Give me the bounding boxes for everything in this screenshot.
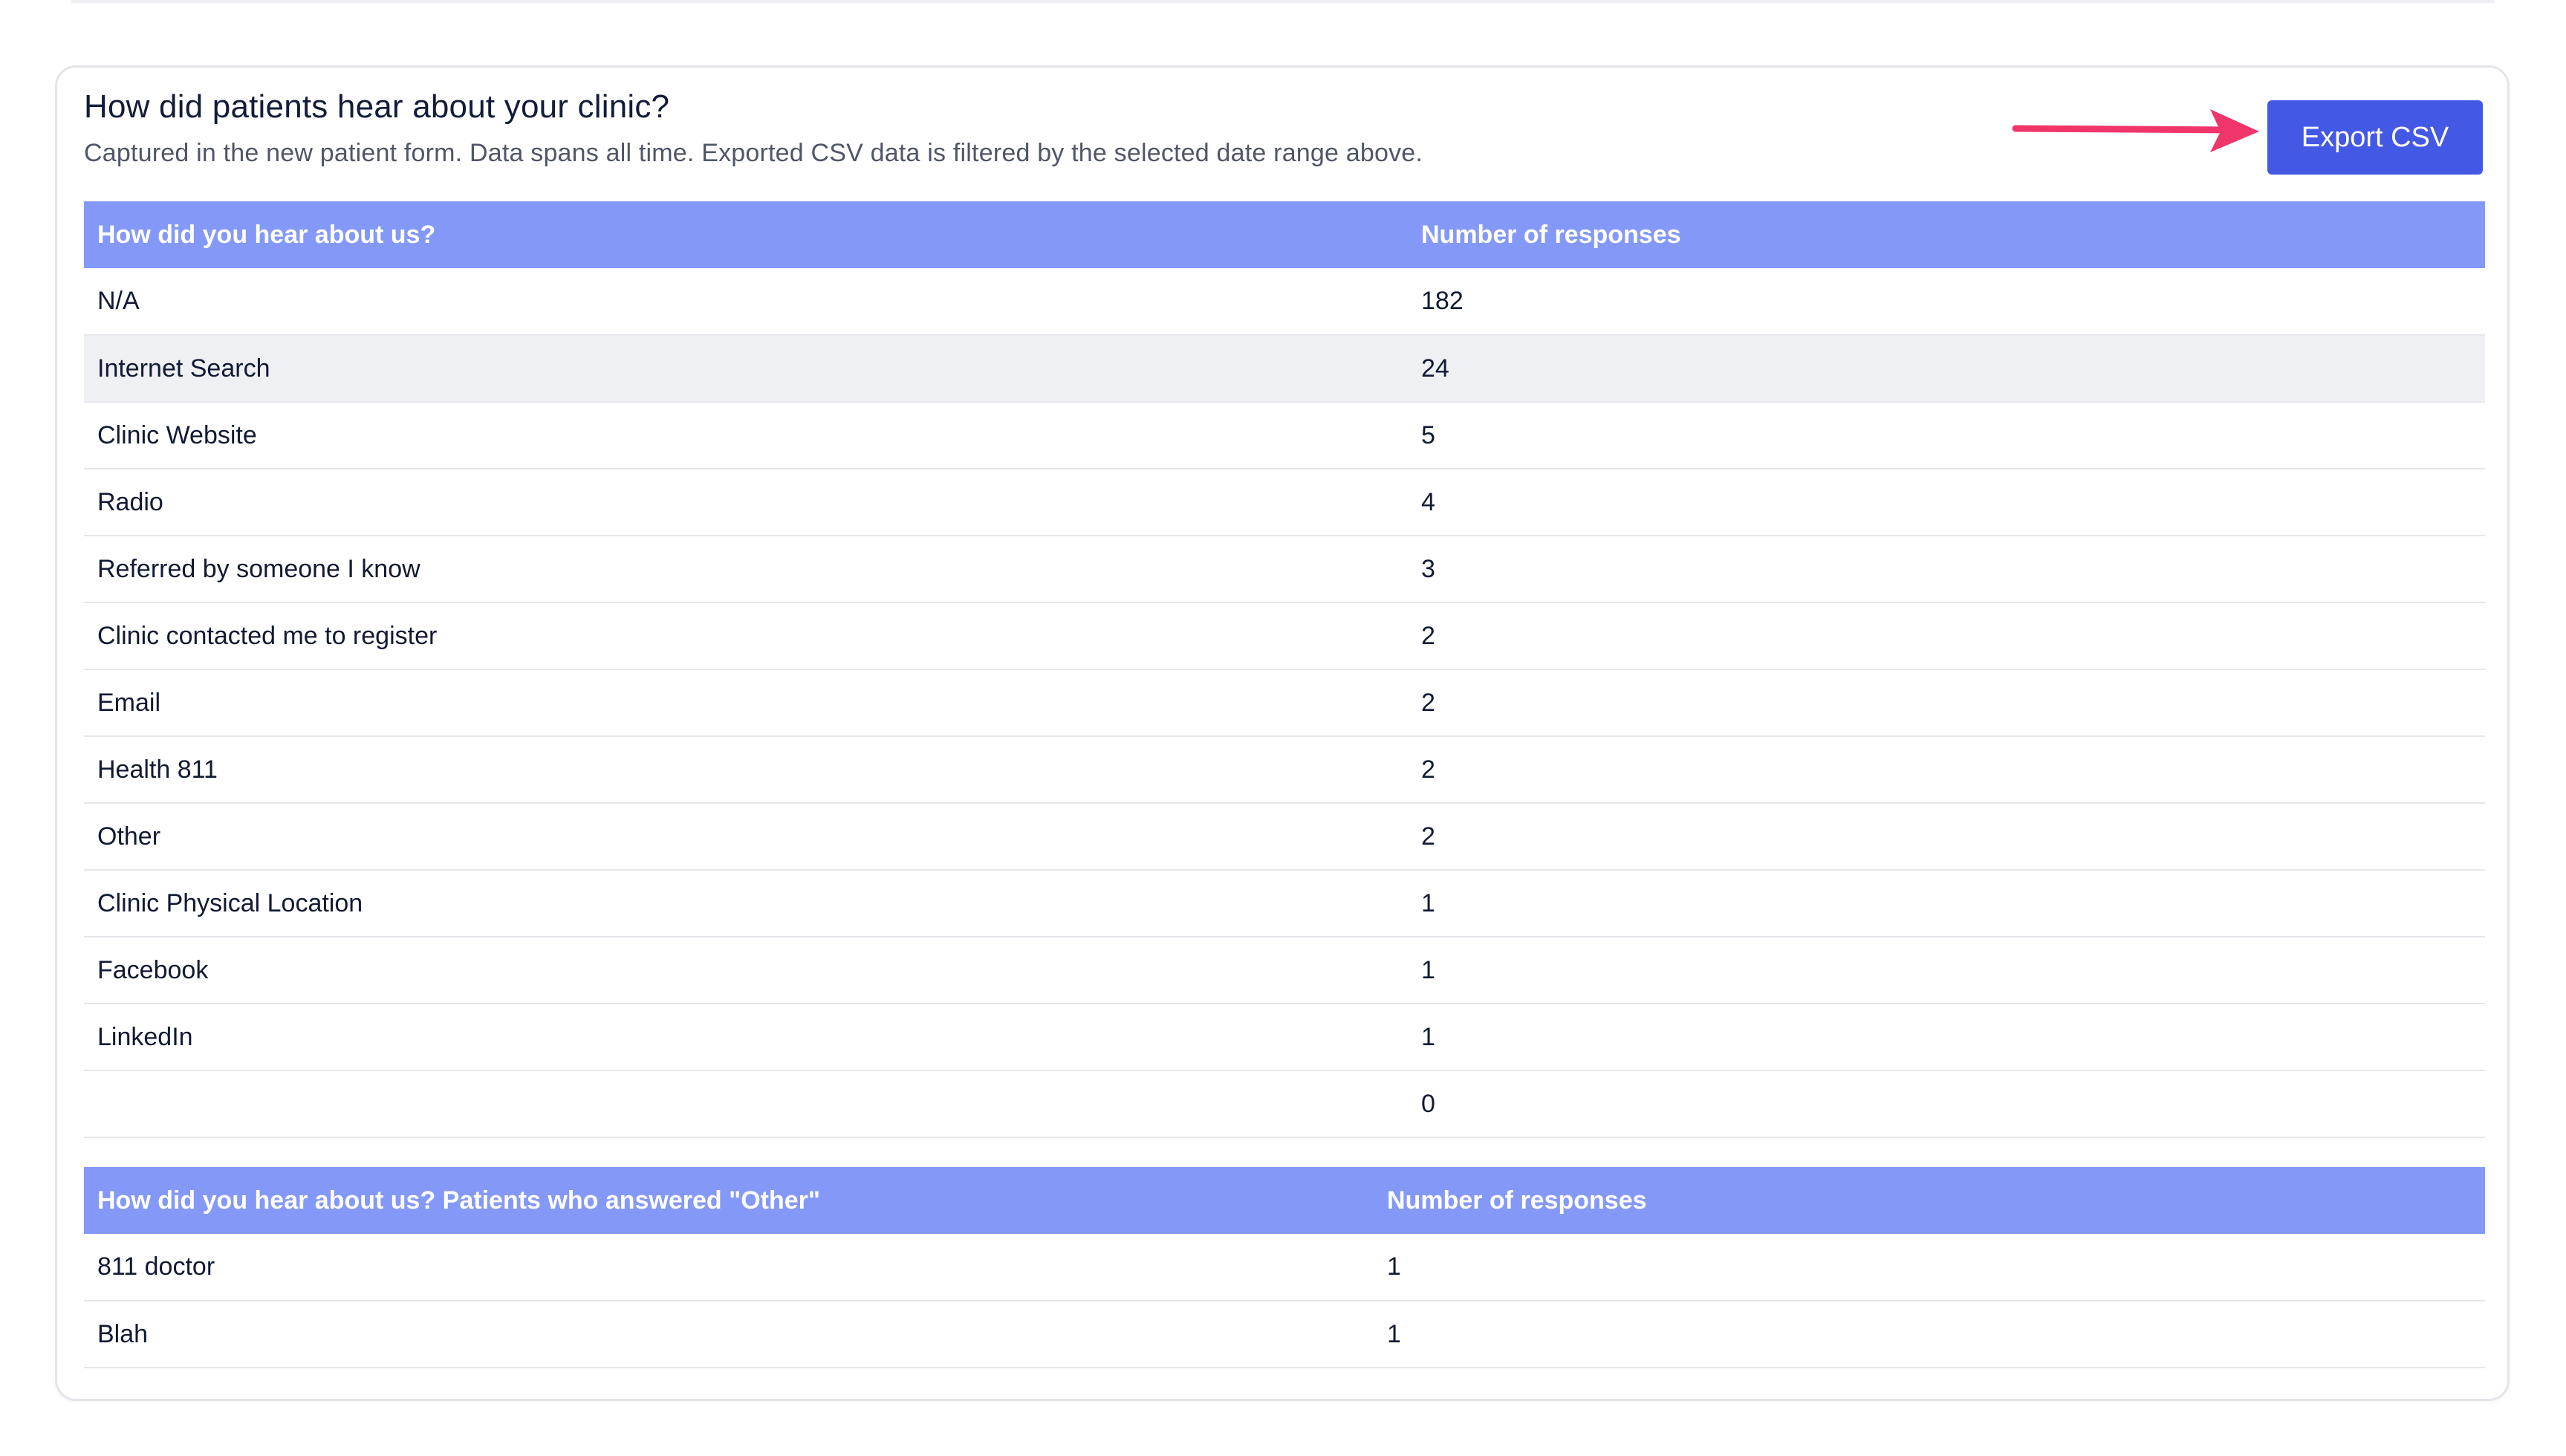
- source-cell: Blah: [97, 1319, 149, 1348]
- referral-source-card: How did patients hear about your clinic?…: [55, 65, 2510, 1401]
- table-row: N/A 182: [84, 268, 2485, 335]
- table-row: Clinic contacted me to register 2: [84, 602, 2485, 669]
- count-cell: 1: [1387, 1319, 1401, 1348]
- card-subtitle: Captured in the new patient form. Data s…: [84, 139, 1423, 167]
- column-header-other-source: How did you hear about us? Patients who …: [97, 1186, 821, 1215]
- source-cell: Email: [97, 688, 161, 717]
- source-cell: LinkedIn: [97, 1022, 193, 1051]
- source-cell: Clinic contacted me to register: [97, 621, 438, 650]
- table-row: Other 2: [84, 803, 2485, 870]
- table-row: Internet Search 24: [84, 335, 2485, 402]
- count-cell: 2: [1421, 755, 1435, 784]
- source-cell: Other: [97, 822, 161, 851]
- count-cell: 1: [1387, 1252, 1401, 1281]
- source-cell: 811 doctor: [97, 1252, 215, 1281]
- count-cell: 2: [1421, 688, 1435, 717]
- source-cell: Clinic Physical Location: [97, 888, 363, 917]
- card-title: How did patients hear about your clinic?: [84, 88, 670, 125]
- source-cell: Radio: [97, 487, 163, 516]
- count-cell: 1: [1421, 1022, 1435, 1051]
- table-row: Facebook 1: [84, 937, 2485, 1004]
- table-row: Radio 4: [84, 469, 2485, 536]
- count-cell: 0: [1421, 1089, 1435, 1118]
- top-divider: [71, 0, 2495, 3]
- count-cell: 1: [1421, 888, 1435, 917]
- source-cell: Referred by someone I know: [97, 554, 420, 583]
- table-row: Health 811 2: [84, 736, 2485, 803]
- count-cell: 24: [1421, 354, 1449, 383]
- arrow-right-icon: [2012, 109, 2259, 152]
- source-cell: Facebook: [97, 955, 209, 984]
- column-header-count: Number of responses: [1421, 220, 1681, 249]
- table-row: LinkedIn 1: [84, 1004, 2485, 1070]
- referral-sources-table: How did you hear about us? Number of res…: [84, 201, 2485, 1138]
- source-cell: Clinic Website: [97, 420, 257, 449]
- count-cell: 2: [1421, 822, 1435, 851]
- column-header-count: Number of responses: [1387, 1186, 1647, 1215]
- table-row: Email 2: [84, 669, 2485, 736]
- source-cell: N/A: [97, 287, 140, 315]
- count-cell: 2: [1421, 621, 1435, 650]
- source-cell: Internet Search: [97, 354, 270, 383]
- table-header-row: How did you hear about us? Patients who …: [84, 1167, 2485, 1234]
- table-row: Clinic Physical Location 1: [84, 870, 2485, 937]
- count-cell: 3: [1421, 554, 1435, 583]
- table-row: Clinic Website 5: [84, 402, 2485, 469]
- table-header-row: How did you hear about us? Number of res…: [84, 201, 2485, 268]
- count-cell: 1: [1421, 955, 1435, 984]
- table-row: Referred by someone I know 3: [84, 536, 2485, 602]
- table-row: 811 doctor 1: [84, 1234, 2485, 1301]
- table-row: 0: [84, 1070, 2485, 1137]
- source-cell: Health 811: [97, 755, 218, 784]
- count-cell: 5: [1421, 420, 1435, 449]
- export-csv-button[interactable]: Export CSV: [2267, 100, 2483, 175]
- column-header-source: How did you hear about us?: [97, 220, 436, 249]
- source-cell: [84, 1070, 1408, 1137]
- other-answers-table: How did you hear about us? Patients who …: [84, 1167, 2485, 1368]
- count-cell: 4: [1421, 487, 1435, 516]
- count-cell: 182: [1421, 287, 1464, 315]
- table-row: Blah 1: [84, 1301, 2485, 1368]
